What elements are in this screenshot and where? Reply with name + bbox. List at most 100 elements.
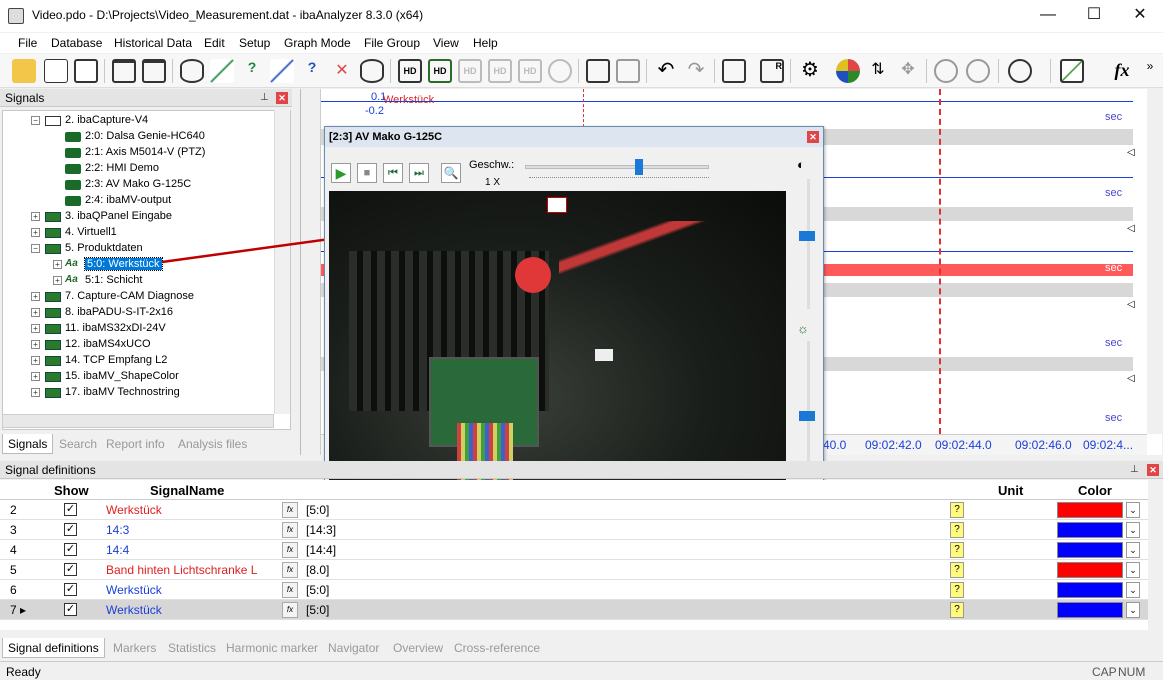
menu-database[interactable]: Database <box>51 36 102 50</box>
undo-icon[interactable]: ↶ <box>654 59 678 83</box>
save-icon[interactable] <box>74 59 98 83</box>
expand-icon[interactable]: + <box>53 276 62 285</box>
menu-graph-mode[interactable]: Graph Mode <box>284 36 351 50</box>
signal-name-cell[interactable]: Werkstück <box>106 603 162 617</box>
hd-time-icon[interactable] <box>548 59 572 83</box>
signal-definitions-close-icon[interactable]: ✕ <box>1147 464 1159 476</box>
tab-markers[interactable]: Markers <box>113 641 156 655</box>
fx-icon[interactable]: fx <box>282 582 298 598</box>
expand-icon[interactable]: + <box>31 356 40 365</box>
show-checkbox[interactable]: ✓ <box>64 503 77 516</box>
expand-icon[interactable]: + <box>31 388 40 397</box>
skip-forward-icon[interactable]: ⏭ <box>409 163 429 183</box>
expand-icon[interactable]: + <box>53 260 62 269</box>
open-pdo-icon[interactable] <box>44 59 68 83</box>
show-checkbox[interactable]: ✓ <box>64 603 77 616</box>
tab-search[interactable]: Search <box>59 437 97 451</box>
open-folder-icon[interactable] <box>112 59 136 83</box>
database-stack-icon[interactable] <box>360 59 384 83</box>
menu-help[interactable]: Help <box>473 36 498 50</box>
col-color[interactable]: Color <box>1078 483 1112 498</box>
formula-icon[interactable]: fx <box>1110 59 1134 83</box>
brightness-slider-track[interactable] <box>807 341 810 471</box>
show-checkbox[interactable]: ✓ <box>64 543 77 556</box>
tab-overview[interactable]: Overview <box>393 641 443 655</box>
sql-trend-icon[interactable]: ? <box>300 59 324 83</box>
tab-statistics[interactable]: Statistics <box>168 641 216 655</box>
hd-query-icon[interactable]: HD <box>488 59 512 83</box>
zoom-all-icon[interactable] <box>966 59 990 83</box>
maximize-button[interactable]: ☐ <box>1071 0 1117 32</box>
print-icon[interactable] <box>722 59 746 83</box>
expression-cell[interactable]: [8.0] <box>306 563 329 577</box>
signal-name-cell[interactable]: 14:4 <box>106 543 129 557</box>
time-axis-icon[interactable] <box>1008 59 1032 83</box>
sql-query-icon[interactable]: ? <box>240 59 264 83</box>
contrast-slider-track[interactable] <box>807 179 810 309</box>
expand-icon[interactable]: + <box>31 372 40 381</box>
sd-vscrollbar[interactable] <box>1148 480 1163 630</box>
hd-icon[interactable]: HD <box>398 59 422 83</box>
color-swatch[interactable] <box>1057 582 1123 598</box>
fx-icon[interactable]: fx <box>282 602 298 618</box>
collapse-arrow-icon[interactable]: ◁ <box>1127 223 1135 234</box>
graph-vscrollbar[interactable] <box>1147 89 1162 434</box>
help-icon[interactable]: ? <box>950 582 964 598</box>
contrast-slider-thumb[interactable] <box>799 231 815 241</box>
tab-navigator[interactable]: Navigator <box>328 641 379 655</box>
show-checkbox[interactable]: ✓ <box>64 563 77 576</box>
signal-name-cell[interactable]: Band hinten Lichtschranke L <box>106 563 257 577</box>
table-row[interactable]: 7 ▸ ✓ Werkstück fx [5:0]? ⌄ <box>0 600 1148 620</box>
speed-slider-track[interactable] <box>525 165 709 169</box>
expand-icon[interactable]: + <box>31 340 40 349</box>
pin-icon[interactable]: ⊥ <box>260 92 269 103</box>
table-row[interactable]: 6 ✓ Werkstück fx [5:0]? ⌄ <box>0 580 1148 600</box>
color-swatch[interactable] <box>1057 542 1123 558</box>
video-dialog-header[interactable]: [2:3] AV Mako G-125C ✕ <box>325 127 823 147</box>
new-pdo-icon[interactable] <box>12 59 36 83</box>
show-checkbox[interactable]: ✓ <box>64 523 77 536</box>
expression-cell[interactable]: [5:0] <box>306 583 329 597</box>
tree-vscrollbar[interactable] <box>274 110 290 414</box>
tab-analysis-files[interactable]: Analysis files <box>178 437 247 451</box>
hd-disabled-icon[interactable]: HD <box>458 59 482 83</box>
signal-name-cell[interactable]: Werkstück <box>106 503 162 517</box>
table-row[interactable]: 4 ✓ 14:4 fx [14:4]? ⌄ <box>0 540 1148 560</box>
chevron-down-icon[interactable]: ⌄ <box>1126 602 1140 618</box>
brightness-slider-thumb[interactable] <box>799 411 815 421</box>
expand-icon[interactable]: + <box>31 212 40 221</box>
zoom-out-icon[interactable] <box>934 59 958 83</box>
chevron-down-icon[interactable]: ⌄ <box>1126 562 1140 578</box>
expand-icon[interactable]: + <box>31 324 40 333</box>
hd-event-icon[interactable]: HD <box>518 59 542 83</box>
skip-back-icon[interactable]: ⏮ <box>383 163 403 183</box>
collapse-arrow-icon[interactable]: ◁ <box>1127 373 1135 384</box>
tab-harmonic-marker[interactable]: Harmonic marker <box>226 641 318 655</box>
help-icon[interactable]: ? <box>950 502 964 518</box>
hd-live-icon[interactable]: HD <box>428 59 452 83</box>
menu-file-group[interactable]: File Group <box>364 36 420 50</box>
expression-cell[interactable]: [5:0] <box>306 503 329 517</box>
copy-icon[interactable] <box>586 59 610 83</box>
collapse-arrow-icon[interactable]: ◁ <box>1127 147 1135 158</box>
fx-icon[interactable]: fx <box>282 522 298 538</box>
tab-cross-reference[interactable]: Cross-reference <box>454 641 540 655</box>
report-icon[interactable]: R <box>760 59 784 83</box>
col-show[interactable]: Show <box>54 483 89 498</box>
paste-icon[interactable] <box>616 59 640 83</box>
menu-edit[interactable]: Edit <box>204 36 225 50</box>
move-icon[interactable]: ✥ <box>896 59 920 83</box>
help-icon[interactable]: ? <box>950 562 964 578</box>
sql-clear-icon[interactable]: ✕ <box>330 59 354 83</box>
color-wheel-icon[interactable] <box>836 59 860 83</box>
db-trend-icon[interactable] <box>270 59 294 83</box>
chevron-down-icon[interactable]: ⌄ <box>1126 522 1140 538</box>
table-row[interactable]: 2 ✓ Werkstück fx [5:0]? ⌄ <box>0 500 1148 520</box>
show-checkbox[interactable]: ✓ <box>64 583 77 596</box>
toolbar-overflow-icon[interactable]: » <box>1142 59 1158 83</box>
signal-name-cell[interactable]: 14:3 <box>106 523 129 537</box>
table-row[interactable]: 3 ✓ 14:3 fx [14:3]? ⌄ <box>0 520 1148 540</box>
video-close-icon[interactable]: ✕ <box>807 131 819 143</box>
help-icon[interactable]: ? <box>950 522 964 538</box>
speed-slider-thumb[interactable] <box>635 159 643 175</box>
